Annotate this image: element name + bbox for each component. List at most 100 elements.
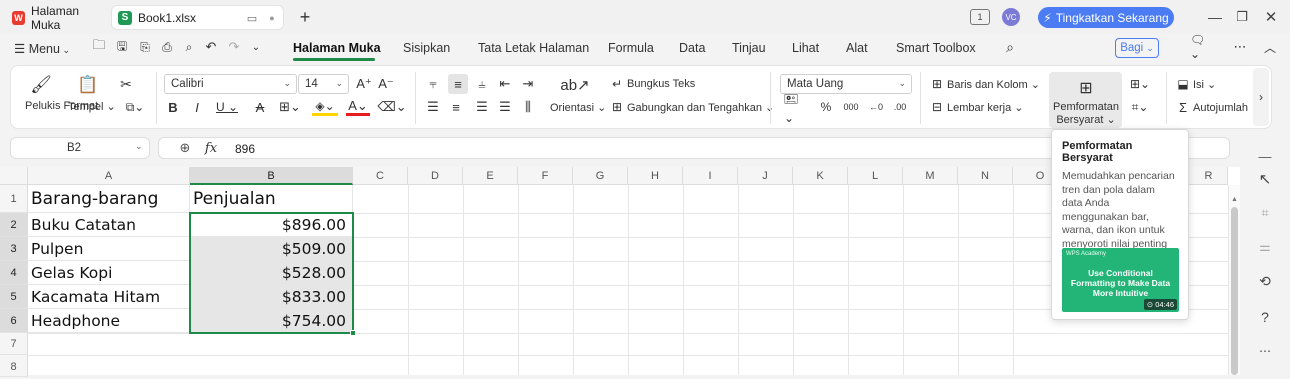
merge-center-button[interactable]: Gabungkan dan Tengahkan ⌄ (627, 101, 774, 114)
italic-icon[interactable]: I (190, 98, 204, 116)
unsaved-dot-icon[interactable]: ● (264, 10, 280, 26)
cell-b5[interactable]: $833.00 (190, 285, 353, 309)
tab-data[interactable]: Data (679, 41, 705, 55)
column-header[interactable]: A (28, 167, 190, 185)
align-top-icon[interactable]: ⫧ (425, 75, 441, 93)
tab-tata-letak[interactable]: Tata Letak Halaman (478, 41, 589, 55)
window-mode-icon[interactable]: 1 (970, 9, 990, 25)
history-icon[interactable]: ⟲ (1257, 272, 1273, 290)
decrease-font-icon[interactable]: A⁻ (378, 75, 394, 93)
wrap-text-button[interactable]: Bungkus Teks (627, 78, 695, 90)
increase-font-icon[interactable]: A⁺ (356, 75, 372, 93)
thousands-icon[interactable]: 000 (842, 98, 860, 116)
border-icon[interactable]: ⊞⌄ (278, 98, 302, 116)
upgrade-button[interactable]: ⚡ Tingkatkan Sekarang (1038, 7, 1174, 28)
worksheet-icon[interactable]: ⊟ (929, 99, 945, 115)
column-header[interactable]: M (903, 167, 958, 185)
print-preview-icon[interactable]: ⌕ (181, 39, 197, 55)
column-header[interactable]: I (683, 167, 738, 185)
cell-b2[interactable]: $896.00 (190, 213, 353, 237)
avatar[interactable]: VC (1002, 8, 1020, 26)
formula-input[interactable]: 896 (235, 142, 255, 156)
column-header[interactable]: K (793, 167, 848, 185)
scroll-up-icon[interactable]: ▲ (1230, 195, 1239, 204)
align-middle-icon[interactable]: ≡ (448, 74, 468, 94)
align-left-icon[interactable]: ☰ (425, 98, 441, 116)
restore-icon[interactable]: ❐ (1233, 8, 1251, 26)
column-header[interactable]: J (738, 167, 793, 185)
cell-a2[interactable]: Buku Catatan (28, 213, 190, 237)
select-cursor-icon[interactable]: ↖ (1257, 170, 1273, 188)
copy-icon[interactable]: ⧉⌄ (124, 98, 146, 116)
new-tab-icon[interactable]: + (296, 7, 314, 27)
cell-a1[interactable]: Barang-barang (28, 185, 190, 213)
cell-style-icon[interactable]: ⊞⌄ (1128, 75, 1152, 93)
tab-book1[interactable]: S Book1.xlsx ▭ ● (111, 5, 284, 30)
folder-icon[interactable]: 🗀 (91, 37, 107, 55)
cell-b3[interactable]: $509.00 (190, 237, 353, 261)
column-header[interactable]: L (848, 167, 903, 185)
scrollbar-thumb[interactable] (1231, 207, 1238, 375)
orientation-button[interactable]: Orientasi ⌄ (550, 101, 606, 114)
row-header[interactable]: 7 (0, 333, 28, 355)
save-icon[interactable]: 🖫 (114, 39, 130, 55)
tab-lihat[interactable]: Lihat (792, 41, 819, 55)
conditional-format-button[interactable]: ⊞ Pemformatan Bersyarat ⌄ (1049, 72, 1122, 128)
fill-handle[interactable] (350, 330, 356, 336)
format-painter-icon[interactable]: 🖌 (30, 75, 52, 95)
row-header[interactable]: 3 (0, 237, 28, 261)
crop-icon[interactable]: ⌗ (1257, 204, 1273, 222)
undo-icon[interactable]: ↶ (203, 39, 219, 55)
select-all-corner[interactable] (0, 167, 28, 185)
cell-a6[interactable]: Headphone (28, 309, 190, 333)
redo-icon[interactable]: ↷ (226, 39, 242, 55)
percent-icon[interactable]: % (819, 98, 833, 116)
more-icon[interactable]: ⋯ (1232, 39, 1248, 55)
share-link-icon[interactable]: ⎘ (137, 39, 153, 55)
font-color-icon[interactable]: A⌄ (346, 98, 370, 116)
chevron-down-icon[interactable]: ⌄ (249, 39, 263, 55)
orientation-icon[interactable]: ab↗ (560, 75, 589, 95)
cell-b1[interactable]: Penjualan (190, 185, 353, 213)
cell-a4[interactable]: Gelas Kopi (28, 261, 190, 285)
fill-button[interactable]: Isi ⌄ (1193, 78, 1216, 91)
name-box[interactable]: B2 ⌄ (10, 137, 150, 159)
column-header[interactable]: B (190, 167, 353, 185)
cut-icon[interactable]: ✂ (117, 75, 135, 93)
row-header[interactable]: 2 (0, 213, 28, 237)
autosum-icon[interactable]: Σ (1175, 99, 1191, 115)
comment-icon[interactable]: 🗨⌄ (1190, 33, 1214, 61)
menu-button[interactable]: ☰ Menu ⌄ (14, 41, 70, 56)
column-header[interactable]: F (518, 167, 573, 185)
minimize-icon[interactable]: — (1206, 8, 1224, 26)
column-header[interactable]: N (958, 167, 1013, 185)
function-icon[interactable]: fx (203, 140, 219, 156)
font-name-select[interactable]: Calibri ⌄ (164, 74, 297, 94)
underline-icon[interactable]: U ⌄ (215, 98, 239, 116)
adjust-icon[interactable]: ⚌ (1257, 238, 1273, 256)
accounting-icon[interactable]: 🖭⌄ (784, 92, 806, 125)
tutorial-video-thumbnail[interactable]: WPS Academy Use Conditional Formatting t… (1062, 248, 1179, 312)
align-right-icon[interactable]: ☰ (474, 98, 490, 116)
tab-sisipkan[interactable]: Sisipkan (403, 41, 450, 55)
zoom-icon[interactable]: ⊕ (177, 140, 193, 156)
column-header[interactable]: H (628, 167, 683, 185)
wrap-text-icon[interactable]: ↵ (609, 76, 625, 92)
fill-color-icon[interactable]: ◈⌄ (312, 98, 338, 116)
tab-formula[interactable]: Formula (608, 41, 654, 55)
help-icon[interactable]: ? (1257, 308, 1273, 326)
ribbon-scroll-right-icon[interactable]: › (1253, 68, 1269, 126)
paste-button[interactable]: Tempel ⌄ (68, 100, 116, 113)
tab-tinjau[interactable]: Tinjau (732, 41, 766, 55)
justify-icon[interactable]: ☰ (497, 98, 513, 116)
cell-b6[interactable]: $754.00 (190, 309, 353, 333)
font-size-select[interactable]: 14 ⌄ (298, 74, 349, 94)
increase-decimal-icon[interactable]: ←0 (867, 98, 885, 116)
fill-icon[interactable]: ⬓ (1175, 76, 1191, 92)
tab-halaman-muka[interactable]: Halaman Muka (293, 41, 381, 55)
cell-a3[interactable]: Pulpen (28, 237, 190, 261)
row-header[interactable]: 6 (0, 309, 28, 333)
column-header[interactable]: E (463, 167, 518, 185)
row-header[interactable]: 5 (0, 285, 28, 309)
window-icon[interactable]: ▭ (244, 10, 260, 26)
